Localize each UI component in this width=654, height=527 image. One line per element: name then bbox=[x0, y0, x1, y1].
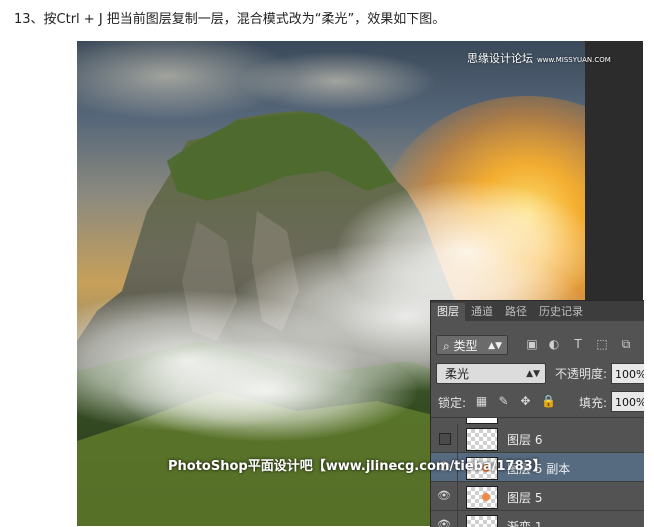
layer-row-gradient-1[interactable]: 👁 渐变 1 bbox=[431, 511, 644, 527]
layer-thumbnail bbox=[466, 428, 498, 451]
watermark-bottom: PhotoShop平面设计吧【www.jlinecg.com/tieba/178… bbox=[168, 459, 546, 474]
tab-paths[interactable]: 路径 bbox=[499, 303, 533, 321]
fill-input[interactable]: 100% bbox=[611, 391, 644, 412]
search-icon: ⌕ bbox=[443, 339, 454, 353]
column-divider bbox=[457, 424, 458, 453]
eye-icon[interactable]: 👁 bbox=[437, 490, 451, 502]
fill-label: 填充: bbox=[579, 396, 608, 410]
lock-all-icon[interactable]: 🔒 bbox=[541, 395, 556, 408]
adjustment-filter-icon[interactable]: ◐ bbox=[547, 337, 561, 351]
blend-mode-select[interactable]: 柔光 ▲▼ bbox=[436, 363, 546, 384]
layer-name: 图层 5 bbox=[507, 491, 543, 505]
mist-cloud bbox=[117, 341, 417, 441]
column-divider bbox=[457, 482, 458, 511]
layers-panel: 图层 通道 路径 历史记录 ⌕ 类型 ▲▼ ▣ ◐ T ⬚ ⧉ 柔光 ▲▼ 不透… bbox=[430, 300, 644, 527]
watermark-site-name: 思缘设计论坛 bbox=[467, 52, 533, 65]
filter-kind-label: 类型 bbox=[453, 339, 478, 353]
text-filter-icon[interactable]: T bbox=[571, 337, 585, 351]
tutorial-step-caption: 13、按Ctrl + J 把当前图层复制一层，混合模式改为“柔光”，效果如下图。 bbox=[14, 12, 446, 27]
blend-mode-value: 柔光 bbox=[445, 367, 470, 381]
visibility-toggle-off[interactable] bbox=[439, 433, 451, 445]
layer-row-layer-6[interactable]: 图层 6 bbox=[431, 424, 644, 453]
lock-label: 锁定: bbox=[438, 396, 467, 410]
layer-name: 图层 6 bbox=[507, 433, 543, 447]
column-divider bbox=[457, 511, 458, 527]
lock-transparency-icon[interactable]: ▦ bbox=[475, 395, 488, 408]
smart-object-filter-icon[interactable]: ⧉ bbox=[619, 337, 633, 351]
panel-tab-bar: 图层 通道 路径 历史记录 bbox=[431, 301, 644, 321]
tab-layers[interactable]: 图层 bbox=[431, 303, 465, 321]
tab-history[interactable]: 历史记录 bbox=[533, 303, 589, 321]
panel-divider bbox=[431, 417, 644, 418]
layer-filter-dropdown[interactable]: ⌕ 类型 ▲▼ bbox=[436, 335, 508, 355]
watermark-top: 思缘设计论坛 www.MISSYUAN.COM bbox=[467, 50, 611, 66]
opacity-input[interactable]: 100% bbox=[611, 363, 644, 384]
layer-thumbnail bbox=[466, 486, 498, 509]
watermark-site-url: www.MISSYUAN.COM bbox=[537, 56, 611, 64]
dropdown-arrow-icon: ▲▼ bbox=[526, 369, 540, 379]
lock-pixels-icon[interactable]: ✎ bbox=[497, 395, 510, 408]
shape-filter-icon[interactable]: ⬚ bbox=[595, 337, 609, 351]
dropdown-arrow-icon: ▲▼ bbox=[488, 341, 502, 351]
opacity-label: 不透明度: bbox=[555, 367, 608, 381]
tab-channels[interactable]: 通道 bbox=[465, 303, 499, 321]
layer-row-layer-5[interactable]: 👁 图层 5 bbox=[431, 482, 644, 511]
lock-position-icon[interactable]: ✥ bbox=[519, 395, 532, 408]
image-filter-icon[interactable]: ▣ bbox=[525, 337, 539, 351]
layer-thumbnail bbox=[466, 515, 498, 527]
